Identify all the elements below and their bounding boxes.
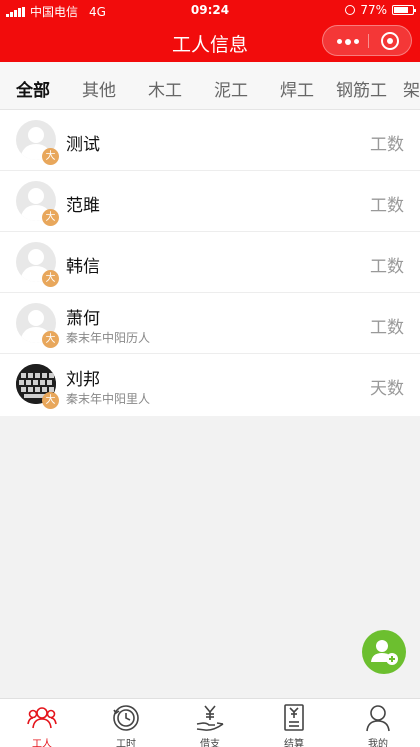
clock-icon bbox=[113, 705, 139, 731]
tab-all[interactable]: 全部 bbox=[16, 76, 50, 101]
worker-name: 范雎 bbox=[66, 196, 100, 216]
worker-description: 秦末年中阳历人 bbox=[66, 331, 151, 345]
worker-list: 大 测试 工数 大 范雎 工数 大 韩信 工数 大 萧何 秦末年中阳历人 工数 bbox=[0, 110, 420, 416]
worker-pay-type: 工数 bbox=[370, 135, 404, 155]
tab-mine[interactable]: 我的 bbox=[336, 699, 420, 747]
tab-advance-label: 借支 bbox=[200, 739, 220, 747]
worker-row[interactable]: 大 萧何 秦末年中阳历人 工数 bbox=[0, 293, 420, 354]
worker-pay-type: 天数 bbox=[370, 379, 404, 399]
more-icon[interactable] bbox=[337, 38, 359, 45]
status-bar: 中国电信 4G 09:24 77% bbox=[0, 0, 420, 20]
navigation-bar: 工人信息 bbox=[0, 20, 420, 62]
tab-workers[interactable]: 工人 bbox=[0, 699, 84, 747]
battery-percent: 77% bbox=[360, 3, 387, 17]
orientation-lock-icon bbox=[345, 5, 356, 15]
worker-pay-type: 工数 bbox=[370, 196, 404, 216]
tab-rebar-worker[interactable]: 钢筋工 bbox=[336, 76, 387, 101]
user-icon bbox=[366, 705, 390, 732]
tab-settlement-label: 结算 bbox=[284, 739, 304, 747]
tab-other[interactable]: 其他 bbox=[82, 76, 116, 101]
tab-mine-label: 我的 bbox=[368, 739, 388, 747]
worker-row[interactable]: 大 测试 工数 bbox=[0, 110, 420, 171]
tab-settlement[interactable]: 结算 bbox=[252, 699, 336, 747]
worker-description: 秦末年中阳里人 bbox=[66, 392, 151, 406]
tab-hours-label: 工时 bbox=[116, 739, 136, 747]
worker-name: 刘邦 bbox=[66, 370, 100, 390]
battery-icon bbox=[392, 5, 416, 15]
miniprogram-capsule bbox=[322, 25, 412, 56]
tab-carpenter[interactable]: 木工 bbox=[148, 76, 182, 101]
worker-badge: 大 bbox=[42, 392, 59, 409]
worker-name: 韩信 bbox=[66, 257, 100, 277]
worker-row[interactable]: 大 刘邦 秦末年中阳里人 天数 bbox=[0, 354, 420, 416]
capsule-divider bbox=[368, 34, 369, 48]
tab-mason[interactable]: 泥工 bbox=[214, 76, 248, 101]
worker-name: 萧何 bbox=[66, 309, 100, 329]
category-tabs: 全部 其他 木工 泥工 焊工 钢筋工 架 bbox=[0, 62, 420, 110]
worker-pay-type: 工数 bbox=[370, 257, 404, 277]
yen-hand-icon bbox=[196, 705, 224, 731]
workers-icon bbox=[27, 707, 57, 729]
worker-badge: 大 bbox=[42, 209, 59, 226]
worker-row[interactable]: 大 韩信 工数 bbox=[0, 232, 420, 293]
tab-scaffolder[interactable]: 架 bbox=[403, 76, 420, 101]
worker-pay-type: 工数 bbox=[370, 318, 404, 338]
worker-name: 测试 bbox=[66, 135, 100, 155]
tab-hours[interactable]: 工时 bbox=[84, 699, 168, 747]
receipt-icon bbox=[284, 704, 304, 731]
tab-advance[interactable]: 借支 bbox=[168, 699, 252, 747]
worker-badge: 大 bbox=[42, 331, 59, 348]
tab-workers-label: 工人 bbox=[32, 739, 52, 747]
close-miniprogram-icon[interactable] bbox=[381, 32, 399, 50]
bottom-tab-bar: 工人 工时 借支 结算 我的 bbox=[0, 698, 420, 747]
add-user-icon bbox=[371, 640, 398, 665]
worker-badge: 大 bbox=[42, 270, 59, 287]
add-worker-button[interactable] bbox=[362, 630, 406, 674]
tab-welder[interactable]: 焊工 bbox=[280, 76, 314, 101]
worker-badge: 大 bbox=[42, 148, 59, 165]
worker-row[interactable]: 大 范雎 工数 bbox=[0, 171, 420, 232]
